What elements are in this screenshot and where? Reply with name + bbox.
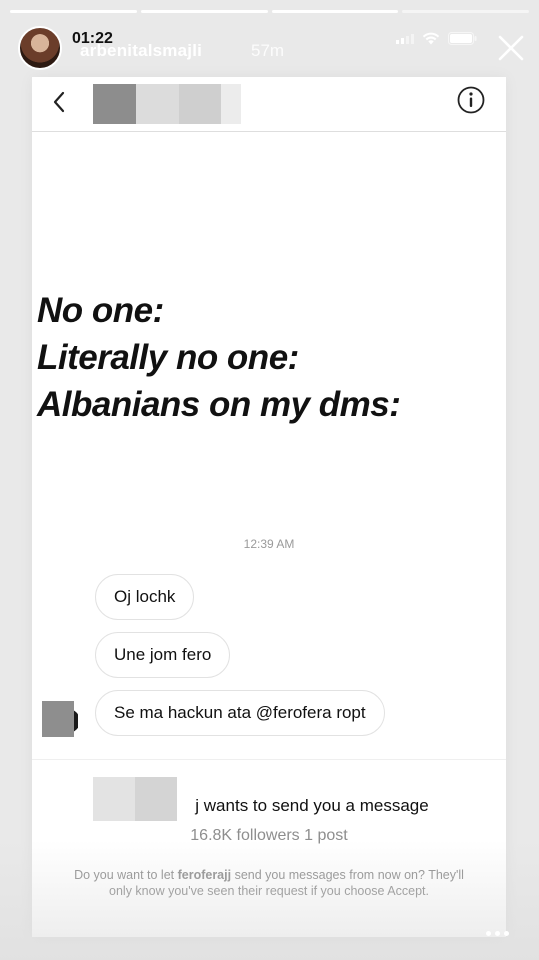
progress-segment xyxy=(140,10,268,13)
meme-line: Albanians on my dms: xyxy=(37,385,401,424)
message-timestamp: 12:39 AM xyxy=(243,537,295,551)
request-title-text: j wants to send you a message xyxy=(195,796,429,815)
progress-segment xyxy=(271,10,399,13)
signal-icon xyxy=(396,33,414,44)
censored-username xyxy=(93,84,241,124)
requester-stats: 16.8K followers 1 post xyxy=(190,827,348,844)
meme-line: Literally no one: xyxy=(37,338,299,377)
battery-icon xyxy=(448,32,477,45)
message-bubble[interactable]: Oj lochk xyxy=(95,574,195,620)
back-button[interactable] xyxy=(52,87,74,117)
close-icon[interactable] xyxy=(497,34,525,62)
story-header: 01:22 arbenitalsmajli 57m xyxy=(18,26,525,72)
progress-segment xyxy=(10,10,137,13)
more-dots-icon[interactable] xyxy=(486,931,509,936)
dm-header xyxy=(32,77,506,132)
story-avatar[interactable] xyxy=(18,26,62,70)
story-age: 57m xyxy=(251,41,285,60)
story-username[interactable]: arbenitalsmajli xyxy=(80,41,202,61)
progress-segment xyxy=(402,10,529,13)
request-description: Do you want to let feroferajj send you m… xyxy=(74,868,464,898)
dm-screenshot: No one: Literally no one: Albanians on m… xyxy=(32,77,506,937)
message-bubble[interactable]: Se ma hackun ata @ferofera ropt xyxy=(95,690,385,736)
message-bubble[interactable]: Une jom fero xyxy=(95,632,231,678)
request-title: j wants to send you a message xyxy=(32,796,506,816)
info-icon[interactable] xyxy=(456,85,486,115)
divider xyxy=(32,759,506,760)
requester-username[interactable]: feroferajj xyxy=(178,868,232,882)
chevron-left-icon xyxy=(53,91,65,113)
wifi-icon xyxy=(422,32,440,45)
meme-text: No one: Literally no one: Albanians on m… xyxy=(37,287,401,428)
status-icons xyxy=(396,32,478,45)
story-progress-bar xyxy=(10,10,529,13)
sender-avatar[interactable] xyxy=(42,701,78,737)
meme-line: No one: xyxy=(37,291,164,330)
